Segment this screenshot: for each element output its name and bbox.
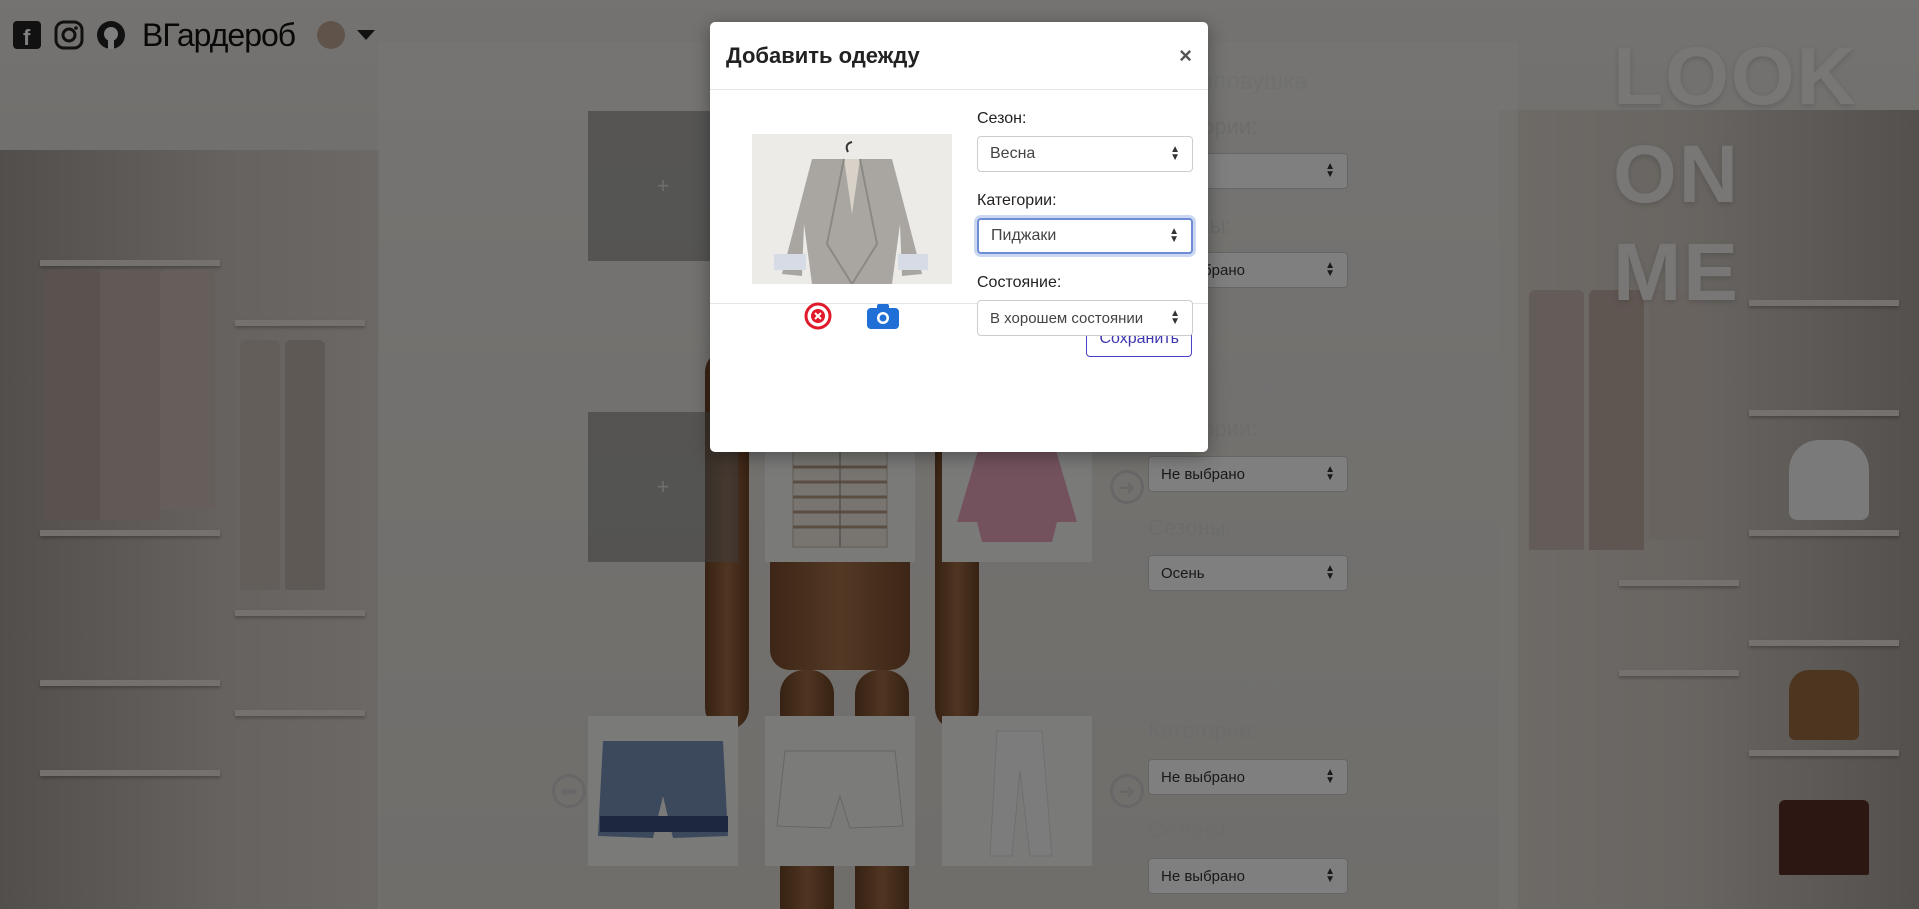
photo-actions <box>804 302 900 335</box>
select-arrows-icon: ▲ ▼ <box>1170 308 1180 327</box>
modal-title: Добавить одежду <box>726 42 920 68</box>
modal-header: Добавить одежду × <box>710 22 1208 90</box>
category-select[interactable]: Пиджаки ▲ ▼ <box>977 218 1193 254</box>
season-select-value: Весна <box>990 145 1036 162</box>
season-label: Сезон: <box>977 110 1027 127</box>
delete-photo-icon[interactable] <box>804 302 832 335</box>
close-icon[interactable]: × <box>1179 43 1192 69</box>
condition-select[interactable]: В хорошем состоянии ▲ ▼ <box>977 300 1193 336</box>
clothing-photo-preview <box>752 134 952 284</box>
condition-select-value: В хорошем состоянии <box>990 309 1144 327</box>
select-arrows-icon: ▲ ▼ <box>1169 226 1179 245</box>
category-label: Категории: <box>977 192 1057 209</box>
select-arrows-icon: ▲ ▼ <box>1170 144 1180 163</box>
clothing-form: Сезон: Весна ▲ ▼ Категории: Пиджаки ▲ ▼ Со… <box>977 110 1193 336</box>
modal-body: Сезон: Весна ▲ ▼ Категории: Пиджаки ▲ ▼ Со… <box>710 90 1208 336</box>
add-clothing-modal: Добавить одежду × Сезон: Весна ▲ ▼ Катег… <box>710 22 1208 452</box>
season-select[interactable]: Весна ▲ ▼ <box>977 136 1193 172</box>
category-select-value: Пиджаки <box>991 227 1057 244</box>
camera-icon[interactable] <box>866 302 900 335</box>
blazer-image <box>752 134 952 284</box>
condition-label: Состояние: <box>977 274 1062 291</box>
